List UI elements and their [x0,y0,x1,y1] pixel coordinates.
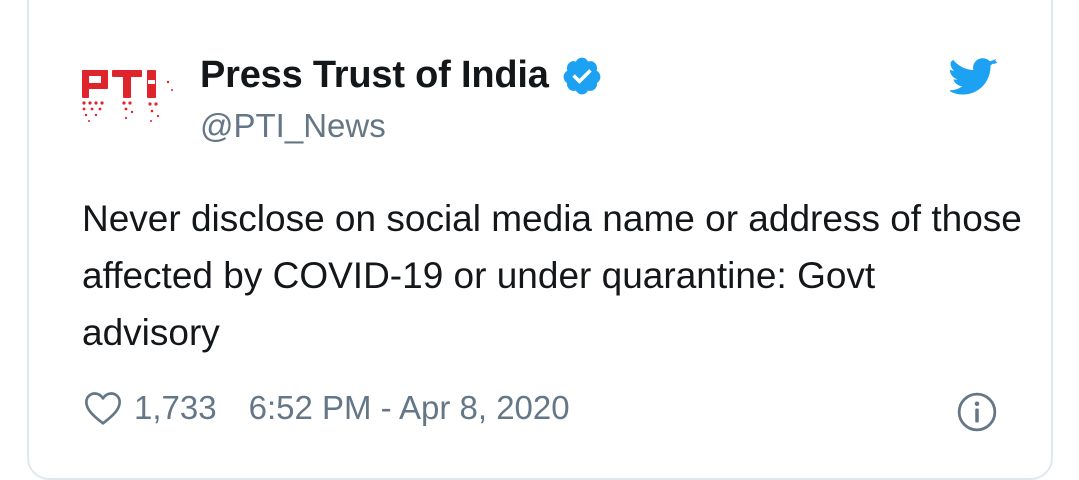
display-name[interactable]: Press Trust of India [200,54,549,97]
verified-badge-icon [563,57,601,94]
tweet-text: Never disclose on social media name or a… [82,198,1022,353]
user-handle[interactable]: @PTI_News [200,107,386,145]
tweet-footer: 1,733 6:52 PM - Apr 8, 2020 [82,388,570,428]
heart-icon[interactable] [82,388,124,428]
timestamp[interactable]: 6:52 PM - Apr 8, 2020 [249,389,570,427]
twitter-bird-icon[interactable] [950,58,998,98]
like-count: 1,733 [134,389,217,426]
avatar[interactable] [80,68,176,128]
author-row: Press Trust of India [200,54,603,97]
info-icon[interactable] [956,391,998,433]
